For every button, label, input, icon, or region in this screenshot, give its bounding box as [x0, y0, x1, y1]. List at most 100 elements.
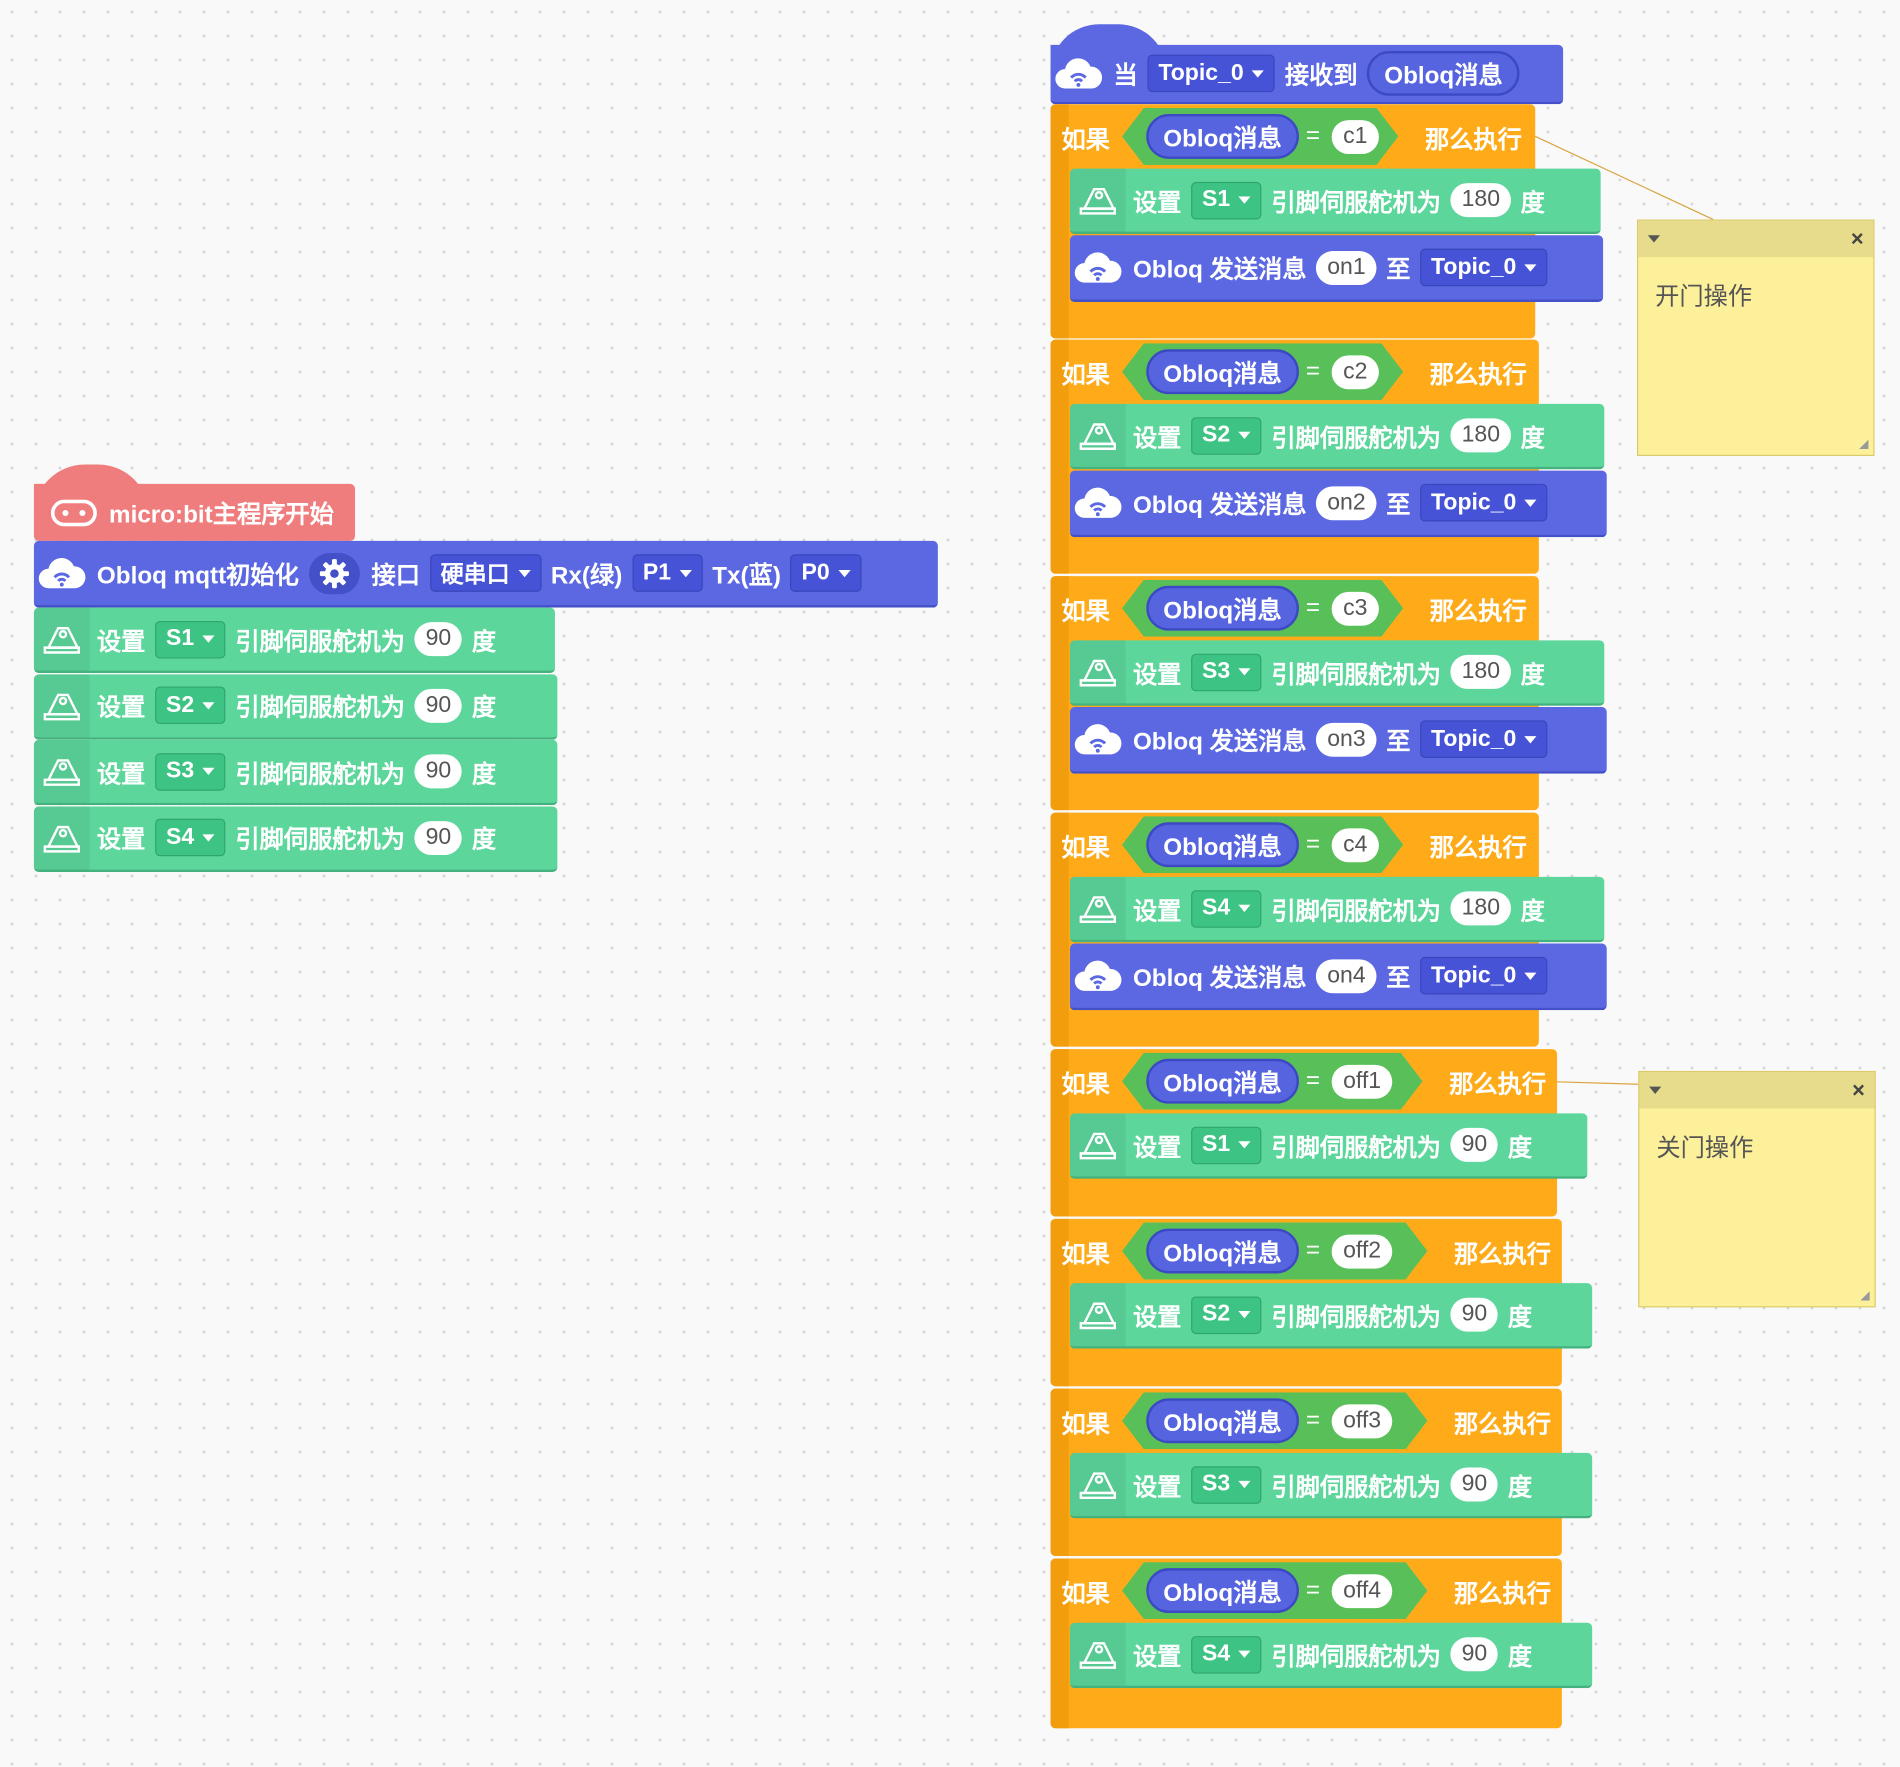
compare-value-input[interactable]: c3: [1332, 591, 1378, 625]
servo-pin-dropdown[interactable]: S2: [155, 686, 226, 725]
microbit-icon: [46, 484, 102, 541]
resize-grip-icon[interactable]: ◢: [1859, 438, 1868, 451]
servo-pin-dropdown[interactable]: S4: [1191, 889, 1262, 928]
compare-value-input[interactable]: c2: [1332, 355, 1378, 389]
obloq-receive-hat-block[interactable]: 当 Topic_0 接收到 Obloq消息: [1050, 44, 1564, 105]
servo-pin-dropdown[interactable]: S2: [1191, 1295, 1262, 1334]
servo-set-block[interactable]: 设置 S1 引脚伺服舵机为 90 度: [33, 607, 555, 674]
equals-condition[interactable]: Obloq消息 = c2: [1122, 343, 1403, 400]
send-topic-dropdown[interactable]: Topic_0: [1420, 720, 1548, 758]
compare-value-input[interactable]: off4: [1332, 1574, 1392, 1608]
compare-value-input[interactable]: c4: [1332, 828, 1378, 862]
note-text[interactable]: 开门操作: [1638, 257, 1873, 331]
gear-icon[interactable]: [308, 552, 360, 594]
obloq-message-variable[interactable]: Obloq消息: [1146, 586, 1298, 631]
equals-condition[interactable]: Obloq消息 = off2: [1122, 1223, 1427, 1280]
servo-set-block[interactable]: 设置 S4 引脚伺服舵机为 90 度: [33, 805, 558, 872]
obloq-message-variable[interactable]: Obloq消息: [1146, 1059, 1298, 1104]
servo-pin-dropdown[interactable]: S2: [1191, 416, 1262, 455]
servo-set-block[interactable]: 设置 S3 引脚伺服舵机为 180 度: [1069, 640, 1605, 706]
send-message-input[interactable]: on1: [1316, 250, 1377, 285]
obloq-send-block[interactable]: Obloq 发送消息 on2 至 Topic_0: [1069, 470, 1607, 538]
close-icon[interactable]: ×: [1852, 1078, 1865, 1103]
note-header[interactable]: ×: [1638, 220, 1874, 258]
topic-dropdown[interactable]: Topic_0: [1147, 54, 1276, 93]
compare-value-input[interactable]: off2: [1332, 1234, 1392, 1268]
obloq-send-block[interactable]: Obloq 发送消息 on1 至 Topic_0: [1069, 235, 1604, 302]
note-text[interactable]: 关门操作: [1639, 1108, 1874, 1182]
resize-grip-icon[interactable]: ◢: [1860, 1289, 1869, 1302]
close-icon[interactable]: ×: [1851, 226, 1864, 251]
obloq-message-variable[interactable]: Obloq消息: [1146, 1229, 1298, 1274]
servo-set-block[interactable]: 设置 S3 引脚伺服舵机为 90 度: [1069, 1452, 1593, 1519]
send-message-input[interactable]: on2: [1316, 485, 1377, 520]
obloq-message-variable[interactable]: Obloq消息: [1146, 1398, 1298, 1443]
compare-value-input[interactable]: off1: [1332, 1064, 1392, 1098]
send-message-input[interactable]: on3: [1316, 722, 1377, 757]
note-header[interactable]: ×: [1639, 1072, 1875, 1109]
servo-pin-dropdown[interactable]: S3: [1191, 653, 1262, 691]
servo-angle-input[interactable]: 90: [1450, 1637, 1499, 1672]
triangle-down-icon[interactable]: [1649, 1086, 1662, 1094]
obloq-message-variable[interactable]: Obloq消息: [1146, 822, 1298, 867]
compare-value-input[interactable]: c1: [1332, 119, 1378, 153]
servo-angle-input[interactable]: 90: [414, 622, 463, 657]
equals-condition[interactable]: Obloq消息 = off3: [1122, 1392, 1427, 1449]
servo-angle-input[interactable]: 90: [1450, 1297, 1499, 1332]
servo-set-block[interactable]: 设置 S4 引脚伺服舵机为 180 度: [1069, 876, 1605, 943]
send-topic-dropdown[interactable]: Topic_0: [1420, 483, 1548, 522]
servo-set-block[interactable]: 设置 S2 引脚伺服舵机为 90 度: [33, 673, 558, 740]
equals-condition[interactable]: Obloq消息 = off4: [1122, 1562, 1427, 1619]
servo-angle-input[interactable]: 90: [414, 820, 463, 855]
send-topic-dropdown[interactable]: Topic_0: [1420, 956, 1548, 995]
obloq-message-variable[interactable]: Obloq消息: [1146, 1568, 1298, 1613]
tx-pin-dropdown[interactable]: P0: [790, 554, 862, 592]
servo-angle-input[interactable]: 180: [1450, 891, 1511, 926]
equals-condition[interactable]: Obloq消息 = c1: [1122, 108, 1398, 165]
equals-condition[interactable]: Obloq消息 = c3: [1122, 580, 1403, 637]
main-start-hat-block[interactable]: micro:bit主程序开始: [33, 483, 356, 541]
servo-set-block[interactable]: 设置 S1 引脚伺服舵机为 90 度: [1069, 1113, 1588, 1179]
servo-angle-input[interactable]: 180: [1450, 654, 1511, 689]
servo-set-block[interactable]: 设置 S3 引脚伺服舵机为 90 度: [33, 739, 558, 806]
obloq-message-variable[interactable]: Obloq消息: [1146, 114, 1298, 159]
servo-set-block[interactable]: 设置 S2 引脚伺服舵机为 180 度: [1069, 403, 1605, 470]
compare-value-input[interactable]: off3: [1332, 1404, 1392, 1438]
obloq-mqtt-init-block[interactable]: Obloq mqtt初始化 接口 硬串口 Rx(绿) P1 Tx(蓝) P0: [33, 540, 938, 608]
obloq-message-variable[interactable]: Obloq消息: [1146, 349, 1298, 394]
servo-angle-input[interactable]: 90: [414, 754, 463, 789]
then-label: 那么执行: [1429, 599, 1527, 626]
rx-pin-dropdown[interactable]: P1: [631, 554, 703, 592]
equals-condition[interactable]: Obloq消息 = c4: [1122, 816, 1403, 873]
servo-angle-input[interactable]: 180: [1450, 418, 1511, 453]
servo-pin-value: S1: [166, 625, 195, 652]
servo-pin-dropdown[interactable]: S1: [1191, 181, 1262, 219]
servo-angle-input[interactable]: 90: [414, 688, 463, 723]
obloq-message-variable[interactable]: Obloq消息: [1367, 50, 1520, 96]
servo-angle-input[interactable]: 180: [1450, 183, 1511, 218]
servo-pin-dropdown[interactable]: S1: [155, 620, 226, 658]
comment-note-close[interactable]: × 关门操作 ◢: [1638, 1070, 1876, 1308]
servo-angle-input[interactable]: 90: [1450, 1127, 1499, 1162]
servo-angle-input[interactable]: 90: [1450, 1467, 1499, 1502]
then-label: 那么执行: [1454, 1241, 1551, 1269]
send-message-input[interactable]: on4: [1316, 958, 1377, 993]
set-label: 设置: [96, 761, 146, 788]
comment-note-open[interactable]: × 开门操作 ◢: [1637, 219, 1875, 457]
servo-pin-dropdown[interactable]: S4: [1191, 1635, 1262, 1674]
servo-pin-dropdown[interactable]: S4: [155, 818, 226, 857]
servo-set-block[interactable]: 设置 S4 引脚伺服舵机为 90 度: [1069, 1622, 1593, 1689]
servo-set-block[interactable]: 设置 S1 引脚伺服舵机为 180 度: [1069, 168, 1601, 235]
equals-condition[interactable]: Obloq消息 = off1: [1122, 1053, 1423, 1110]
servo-pin-dropdown[interactable]: S3: [1191, 1465, 1262, 1504]
obloq-send-block[interactable]: Obloq 发送消息 on4 至 Topic_0: [1069, 943, 1607, 1011]
obloq-send-block[interactable]: Obloq 发送消息 on3 至 Topic_0: [1069, 707, 1607, 774]
servo-pin-dropdown[interactable]: S1: [1191, 1126, 1262, 1164]
degree-unit: 度: [1507, 1134, 1533, 1162]
servo-pin-dropdown[interactable]: S3: [155, 752, 226, 791]
port-label: 接口: [371, 562, 421, 590]
port-dropdown[interactable]: 硬串口: [429, 554, 542, 592]
send-topic-dropdown[interactable]: Topic_0: [1420, 248, 1548, 287]
servo-set-block[interactable]: 设置 S2 引脚伺服舵机为 90 度: [1069, 1283, 1593, 1349]
triangle-down-icon[interactable]: [1647, 235, 1661, 243]
